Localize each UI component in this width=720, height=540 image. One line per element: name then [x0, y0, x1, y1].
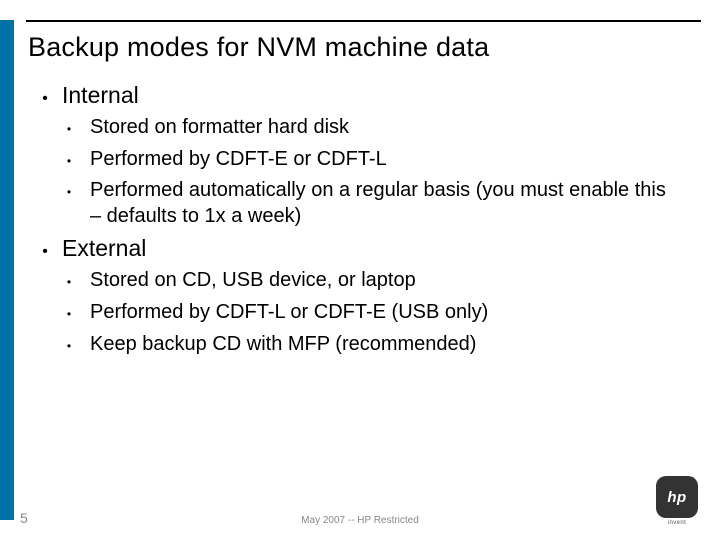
list-item-text: Performed automatically on a regular bas… [90, 178, 680, 229]
list-item-text: Stored on CD, USB device, or laptop [90, 268, 416, 294]
section-heading-text: Internal [62, 82, 139, 109]
slide-body: • Internal • Stored on formatter hard di… [28, 78, 688, 363]
bullet-icon: • [48, 154, 90, 168]
list-item: • Stored on CD, USB device, or laptop [48, 268, 688, 294]
accent-bar [0, 20, 14, 520]
list-item-text: Performed by CDFT-E or CDFT-L [90, 147, 387, 173]
list-item: • Performed by CDFT-L or CDFT-E (USB onl… [48, 300, 688, 326]
bullet-icon: • [48, 122, 90, 136]
hp-logo-box: hp [656, 476, 698, 518]
bullet-icon: • [48, 275, 90, 289]
footer-text: May 2007 -- HP Restricted [0, 515, 720, 526]
slide: Backup modes for NVM machine data • Inte… [0, 0, 720, 540]
bullet-icon: • [28, 243, 62, 261]
title-rule [26, 20, 701, 22]
section-heading: • Internal [28, 82, 688, 109]
slide-title: Backup modes for NVM machine data [28, 32, 489, 63]
list-item: • Stored on formatter hard disk [48, 115, 688, 141]
hp-logo: hp invent [656, 476, 698, 526]
bullet-icon: • [28, 90, 62, 108]
list-item: • Keep backup CD with MFP (recommended) [48, 332, 688, 358]
bullet-icon: • [48, 185, 90, 199]
bullet-icon: • [48, 339, 90, 353]
list-item-text: Performed by CDFT-L or CDFT-E (USB only) [90, 300, 488, 326]
section-heading: • External [28, 235, 688, 262]
bullet-icon: • [48, 307, 90, 321]
list-item: • Performed by CDFT-E or CDFT-L [48, 147, 688, 173]
list-item-text: Stored on formatter hard disk [90, 115, 349, 141]
list-item-text: Keep backup CD with MFP (recommended) [90, 332, 476, 358]
section-heading-text: External [62, 235, 146, 262]
hp-logo-text: hp [667, 489, 686, 506]
list-item: • Performed automatically on a regular b… [48, 178, 688, 229]
hp-logo-tagline: invent [656, 520, 698, 526]
